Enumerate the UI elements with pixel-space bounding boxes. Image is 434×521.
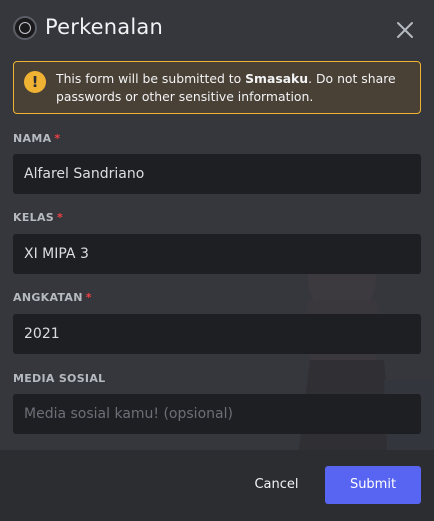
- required-marker: *: [54, 132, 61, 145]
- warning-icon: !: [24, 71, 46, 93]
- close-icon[interactable]: [393, 18, 417, 42]
- server-name: Smasaku: [245, 71, 309, 86]
- required-marker: *: [56, 211, 64, 224]
- submit-button[interactable]: Submit: [325, 466, 421, 504]
- required-marker: *: [85, 291, 92, 304]
- field-label-nama: NAMA *: [13, 132, 61, 145]
- field-label-media-sosial: MEDIA SOSIAL: [13, 372, 106, 385]
- kelas-input[interactable]: XI MIPA 3: [13, 234, 421, 274]
- warning-text: This form will be submitted to Smasaku. …: [56, 71, 396, 104]
- nama-input[interactable]: Alfarel Sandriano: [13, 154, 421, 194]
- angkatan-input[interactable]: 2021: [13, 314, 421, 354]
- cancel-button[interactable]: Cancel: [244, 466, 309, 504]
- media-sosial-input[interactable]: Media sosial kamu! (opsional): [13, 394, 421, 434]
- field-label-angkatan: ANGKATAN *: [13, 291, 92, 304]
- field-label-kelas: KELAS *: [13, 211, 64, 224]
- warning-banner: ! This form will be submitted to Smasaku…: [13, 61, 421, 114]
- server-avatar-icon: [13, 16, 37, 40]
- modal-header: Perkenalan: [0, 0, 434, 58]
- form-modal: Perkenalan ! This form will be submitted…: [0, 0, 434, 521]
- modal-title: Perkenalan: [45, 15, 163, 39]
